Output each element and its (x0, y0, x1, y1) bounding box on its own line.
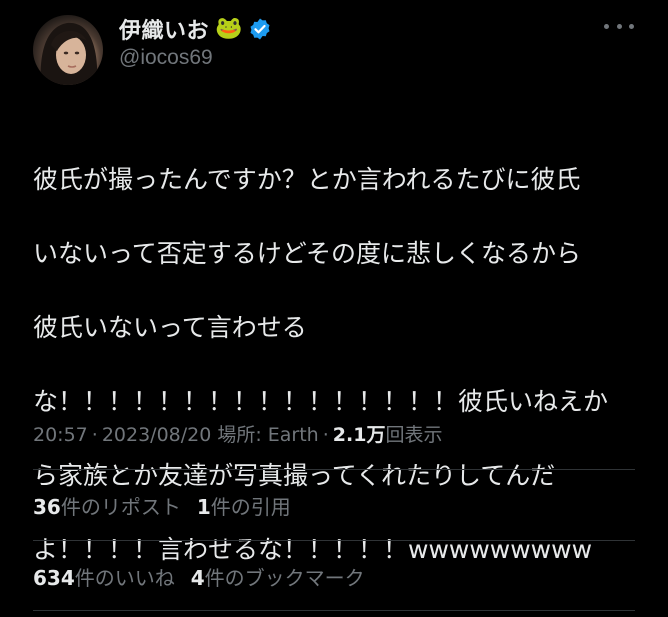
views-label: 回表示 (385, 424, 443, 446)
quotes-label[interactable]: 件の引用 (211, 495, 291, 519)
tweet-text-line: 彼氏が撮ったんですか？とか言われるたびに彼氏 (33, 165, 581, 194)
likes-label[interactable]: 件のいいね (75, 566, 175, 590)
reposts-label[interactable]: 件のリポスト (61, 495, 181, 519)
frog-emoji-icon: 🐸 (215, 16, 243, 41)
avatar[interactable] (33, 15, 103, 85)
bookmarks-count[interactable]: 4 (191, 566, 205, 590)
repost-quote-row: 36件のリポスト 1件の引用 (33, 491, 291, 520)
more-dot (629, 23, 634, 29)
tweet-meta: 20:57 · 2023/08/20 場所: Earth · 2.1万 回表示 (33, 420, 442, 447)
meta-separator: · (91, 424, 98, 446)
quotes-count[interactable]: 1 (197, 495, 211, 519)
tweet-text-line: 彼氏いないって言わせる (33, 313, 307, 342)
divider (33, 610, 635, 611)
tweet-location: 場所: Earth (217, 424, 319, 446)
tweet-text-line: いないって否定するけどその度に悲しくなるから (33, 239, 582, 268)
likes-count[interactable]: 634 (33, 566, 75, 590)
divider (33, 540, 635, 541)
divider (33, 469, 635, 470)
more-dot (604, 23, 609, 29)
tweet-text: 彼氏が撮ったんですか？とか言われるたびに彼氏 いないって否定するけどその度に悲し… (33, 124, 643, 605)
tweet-header: 伊織いお 🐸 @iocos69 (0, 0, 668, 100)
bookmarks-label[interactable]: 件のブックマーク (205, 566, 365, 590)
more-options-icon[interactable] (604, 16, 634, 36)
tweet-text-line: な！！！！！！！！！！！！！！！！彼氏いねえか (33, 387, 609, 416)
author-name-row: 伊織いお 🐸 (119, 14, 272, 44)
more-dot (616, 23, 622, 29)
tweet-text-line: ら家族とか友達が写真撮ってくれたりしてんだ (33, 461, 556, 490)
meta-separator: · (322, 424, 329, 446)
verified-badge-icon (248, 17, 272, 41)
reposts-count[interactable]: 36 (33, 495, 61, 519)
avatar-photo (40, 22, 98, 85)
author-handle[interactable]: @iocos69 (119, 46, 213, 70)
views-count[interactable]: 2.1万 (333, 420, 386, 447)
author-display-name[interactable]: 伊織いお (119, 13, 209, 45)
tweet-time[interactable]: 20:57 (33, 424, 88, 446)
likes-bookmarks-row: 634件のいいね 4件のブックマーク (33, 562, 365, 591)
tweet-date[interactable]: 2023/08/20 (102, 424, 212, 446)
